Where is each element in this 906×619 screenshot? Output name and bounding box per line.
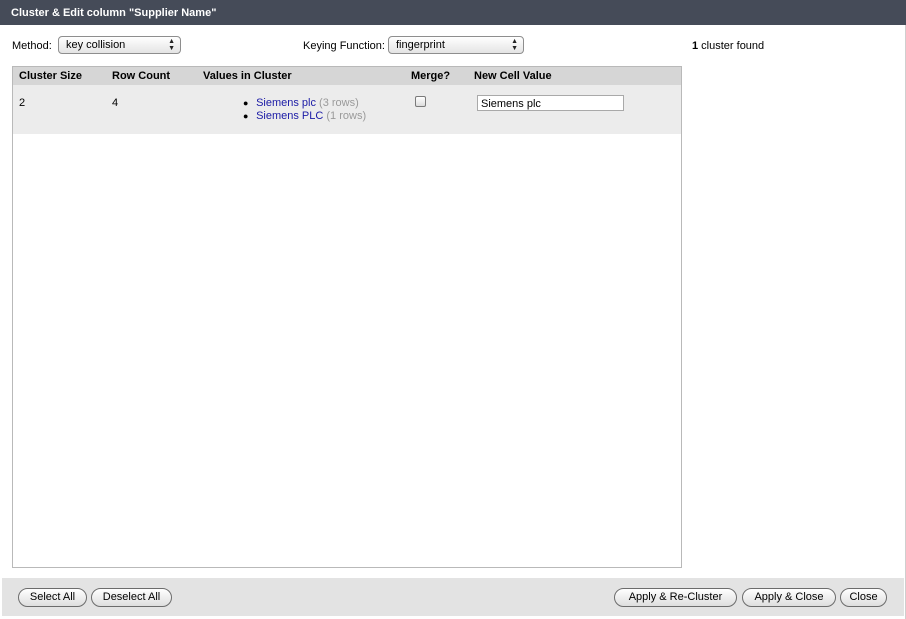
method-label: Method:	[12, 40, 52, 52]
apply-close-button[interactable]: Apply & Close	[742, 588, 836, 607]
cluster-status-text: cluster found	[698, 40, 765, 52]
list-item: ● Siemens PLC (1 rows)	[243, 110, 366, 123]
dialog-footer: Select All Deselect All Apply & Re-Clust…	[2, 578, 904, 616]
header-cluster-size: Cluster Size	[19, 70, 82, 82]
list-item: ● Siemens plc (3 rows)	[243, 97, 366, 110]
cluster-edit-dialog: Cluster & Edit column "Supplier Name" Me…	[0, 0, 906, 619]
select-arrows-icon: ▲ ▼	[511, 38, 518, 52]
dialog-title: Cluster & Edit column "Supplier Name"	[0, 0, 906, 25]
keying-function-label: Keying Function:	[303, 40, 385, 52]
select-arrows-icon: ▲ ▼	[168, 38, 175, 52]
cluster-value-link[interactable]: Siemens PLC	[256, 110, 323, 122]
header-new-cell-value: New Cell Value	[474, 70, 552, 82]
cluster-value-link[interactable]: Siemens plc	[256, 97, 316, 109]
bullet-icon: ●	[243, 98, 249, 108]
bullet-icon: ●	[243, 111, 249, 121]
cluster-size-cell: 2	[19, 97, 26, 109]
deselect-all-button[interactable]: Deselect All	[91, 588, 172, 607]
method-select[interactable]: key collision ▲ ▼	[58, 36, 181, 54]
cluster-value-row-count: (1 rows)	[326, 110, 367, 122]
header-row-count: Row Count	[112, 70, 171, 82]
header-merge: Merge?	[411, 70, 451, 82]
keying-function-select-value: fingerprint	[396, 39, 445, 51]
header-values-in-cluster: Values in Cluster	[203, 70, 292, 82]
row-count-cell: 4	[112, 97, 119, 109]
close-button[interactable]: Close	[840, 588, 887, 607]
new-cell-value-input[interactable]	[477, 95, 624, 111]
merge-checkbox[interactable]	[415, 96, 426, 107]
table-row: 2 4 ● Siemens plc (3 rows) ● Siemens PLC…	[13, 85, 681, 134]
apply-recluster-button[interactable]: Apply & Re-Cluster	[614, 588, 737, 607]
select-all-button[interactable]: Select All	[18, 588, 87, 607]
method-select-value: key collision	[66, 39, 126, 51]
cluster-value-row-count: (3 rows)	[319, 97, 359, 109]
table-header: Cluster Size Row Count Values in Cluster…	[13, 67, 681, 85]
keying-function-select[interactable]: fingerprint ▲ ▼	[388, 36, 524, 54]
cluster-status: 1 cluster found	[692, 40, 764, 52]
values-in-cluster-list: ● Siemens plc (3 rows) ● Siemens PLC (1 …	[243, 97, 366, 123]
clusters-table: Cluster Size Row Count Values in Cluster…	[12, 66, 682, 568]
